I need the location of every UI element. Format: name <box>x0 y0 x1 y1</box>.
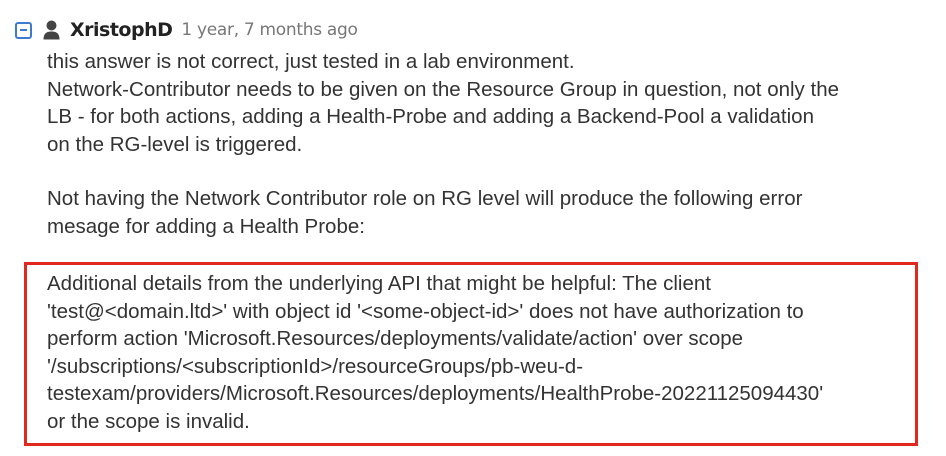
comment-paragraph: this answer is not correct, just tested … <box>47 48 927 158</box>
collapse-minus-icon[interactable] <box>15 21 32 39</box>
comment-line: this answer is not correct, just tested … <box>47 50 575 73</box>
comment-line: Network-Contributor needs to be given on… <box>47 77 839 101</box>
error-line: Additional details from the underlying A… <box>47 272 711 295</box>
error-line: '/subscriptions/<subscriptionId>/resourc… <box>47 354 584 378</box>
user-icon <box>43 20 60 40</box>
comment-body: this answer is not correct, just tested … <box>47 48 927 240</box>
error-line: perform action 'Microsoft.Resources/depl… <box>47 327 744 350</box>
comment-timestamp: 1 year, 7 months ago <box>181 20 358 40</box>
error-line: 'test@<domain.ltd>' with object id '<som… <box>47 299 804 323</box>
error-line: testexam/providers/Microsoft.Resources/d… <box>47 382 824 405</box>
username[interactable]: XristophD <box>70 19 173 41</box>
comment-line: on the RG-level is triggered. <box>47 132 303 156</box>
comment-paragraph: Not having the Network Contributor role … <box>47 185 927 240</box>
error-line: or the scope is invalid. <box>47 409 250 433</box>
error-message: Additional details from the underlying A… <box>47 270 909 435</box>
comment-line: LB - for both actions, adding a Health-P… <box>47 105 814 128</box>
comment-header: XristophD 1 year, 7 months ago <box>15 14 358 46</box>
comment-line: Not having the Network Contributor role … <box>47 187 803 210</box>
comment-line: mesage for adding a Health Probe: <box>47 214 365 238</box>
